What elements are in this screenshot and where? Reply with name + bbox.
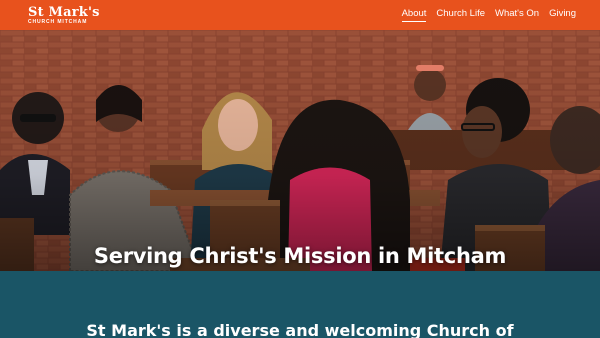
logo-title: St Mark's: [28, 4, 100, 20]
site-header: St Mark's CHURCH MITCHAM About Church Li…: [0, 0, 600, 30]
nav-item-about[interactable]: About: [401, 8, 427, 22]
congregation-photo: [0, 30, 600, 271]
main-nav: About Church Life What's On Giving: [401, 8, 576, 22]
hero-title: Serving Christ's Mission in Mitcham: [93, 244, 507, 268]
site-logo[interactable]: St Mark's CHURCH MITCHAM: [28, 6, 100, 25]
intro-text: St Mark's is a diverse and welcoming Chu…: [86, 321, 514, 338]
intro-section: St Mark's is a diverse and welcoming Chu…: [0, 271, 600, 338]
nav-item-giving[interactable]: Giving: [549, 8, 576, 22]
hero-banner: Serving Christ's Mission in Mitcham: [0, 30, 600, 271]
nav-item-church-life[interactable]: Church Life: [436, 8, 485, 22]
nav-item-whats-on[interactable]: What's On: [495, 8, 539, 22]
logo-subtitle: CHURCH MITCHAM: [28, 18, 88, 25]
